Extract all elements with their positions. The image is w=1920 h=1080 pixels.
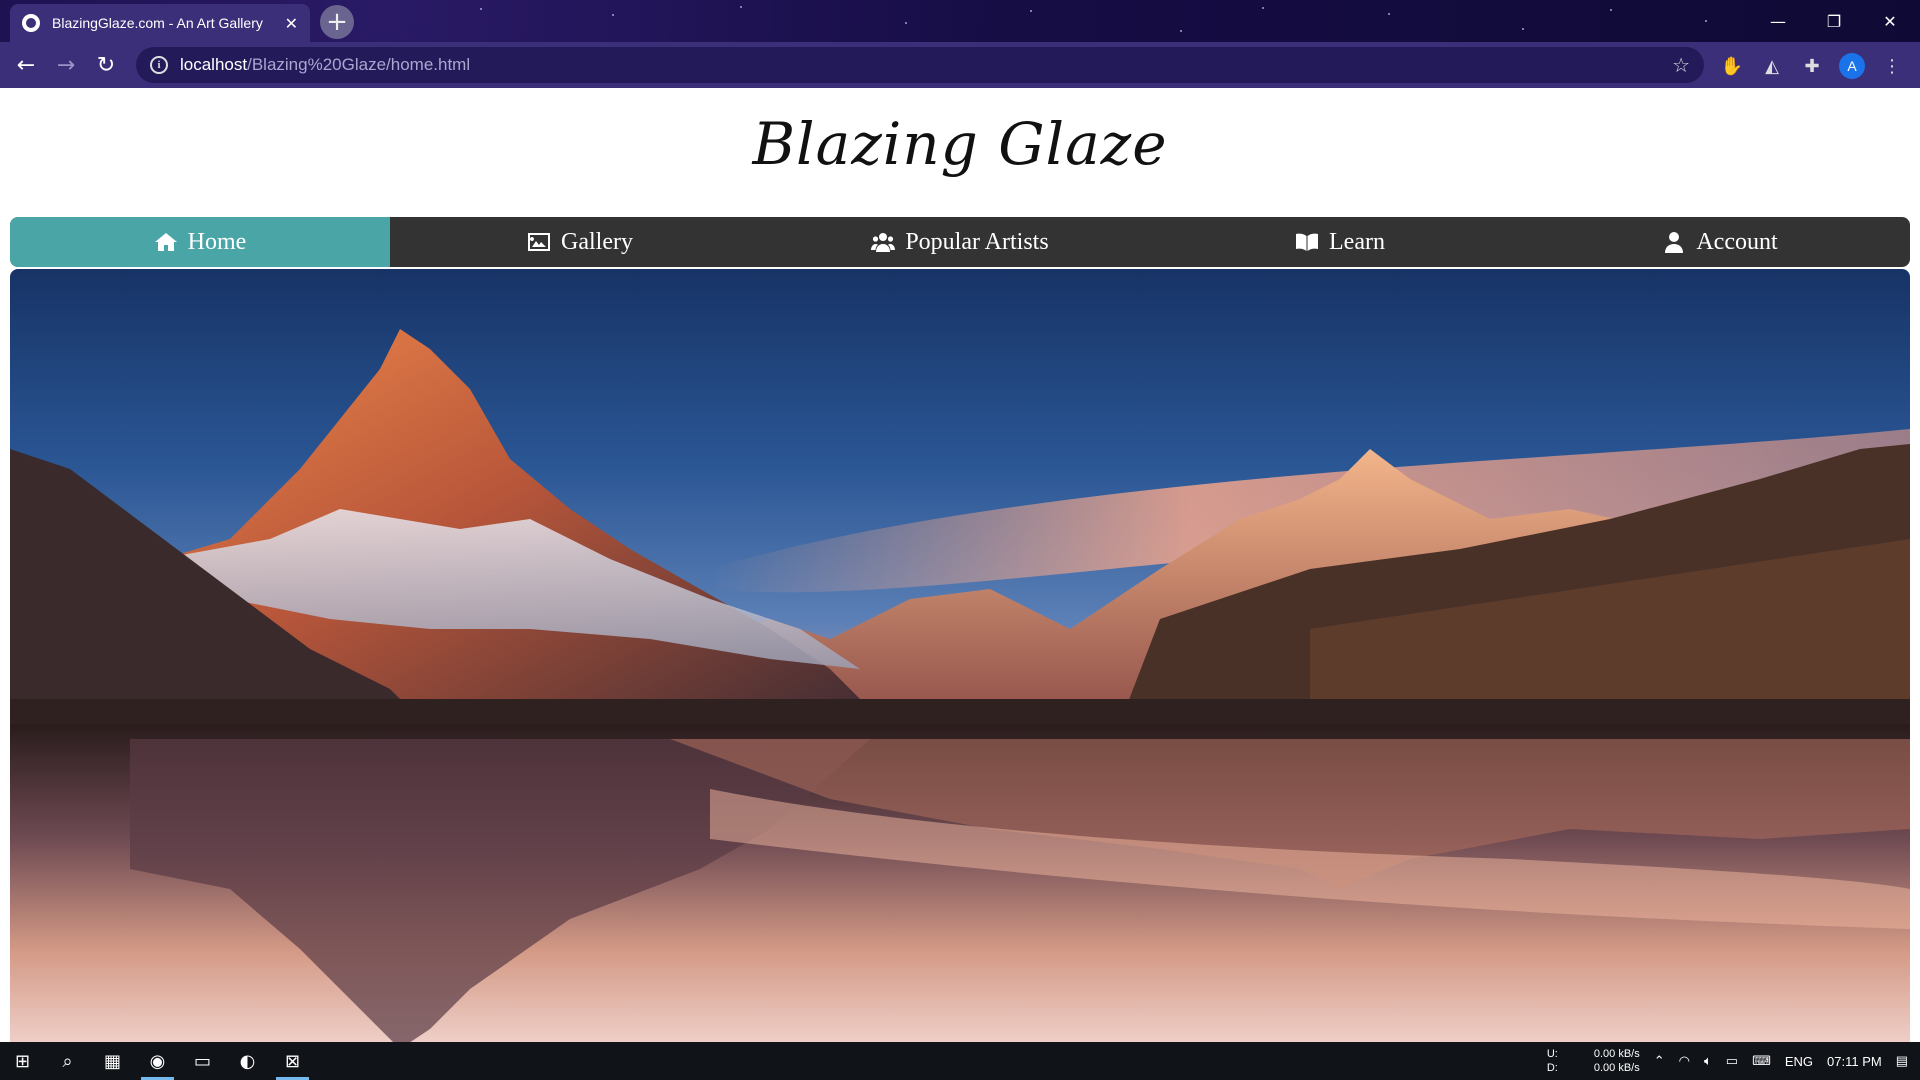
show-hidden-icons-icon[interactable]: ⌃	[1654, 1053, 1665, 1069]
users-icon	[871, 233, 896, 252]
address-bar[interactable]: i localhost /Blazing%20Glaze/home.html ☆	[136, 47, 1704, 83]
chrome-taskbar-icon[interactable]: ◉	[135, 1042, 180, 1080]
site-favicon-icon	[22, 14, 40, 32]
site-info-icon[interactable]: i	[150, 56, 168, 74]
edge-icon[interactable]: ◐	[225, 1042, 270, 1080]
mountain-landscape-illustration	[10, 329, 1910, 1042]
nav-gallery[interactable]: Gallery	[390, 217, 770, 267]
extensions-puzzle-icon[interactable]: ✚	[1799, 53, 1825, 79]
net-down-label: D:	[1546, 1062, 1558, 1074]
notifications-icon[interactable]: ▤	[1896, 1053, 1908, 1069]
network-icon[interactable]: ◠	[1679, 1053, 1690, 1069]
browser-toolbar: ← → ↻ i localhost /Blazing%20Glaze/home.…	[0, 42, 1920, 88]
url-host: localhost	[180, 55, 248, 74]
windows-start-icon[interactable]: ⊞	[0, 1042, 45, 1080]
profile-avatar[interactable]: A	[1839, 53, 1865, 79]
nav-learn-label: Learn	[1329, 228, 1385, 255]
main-nav: Home Gallery Popular Artists Learn Accou…	[10, 217, 1910, 267]
restore-icon[interactable]: ❐	[1806, 0, 1862, 42]
avatar: A	[1839, 53, 1865, 79]
net-up-value: 0.00 kB/s	[1593, 1048, 1640, 1060]
url-path: /Blazing%20Glaze/home.html	[247, 55, 471, 74]
nav-home[interactable]: Home	[10, 217, 390, 267]
minimize-icon[interactable]: —	[1750, 0, 1806, 42]
task-view-icon[interactable]: ▦	[90, 1042, 135, 1080]
reload-icon[interactable]: ↻	[86, 45, 126, 85]
book-icon	[1296, 233, 1319, 251]
nav-popular-artists[interactable]: Popular Artists	[770, 217, 1150, 267]
home-icon	[154, 233, 177, 251]
web-page: Blazing Glaze Home Gallery Popular Artis…	[0, 88, 1920, 1042]
close-tab-icon[interactable]: ✕	[285, 14, 298, 33]
net-down-value: 0.00 kB/s	[1593, 1062, 1640, 1074]
system-tray: U: D: 0.00 kB/s 0.00 kB/s ⌃ ◠ 🔈︎ ▭ ⌨ ENG…	[1547, 1042, 1920, 1080]
nav-popular-artists-label: Popular Artists	[905, 228, 1049, 255]
nav-account-label: Account	[1696, 228, 1778, 255]
browser-tab[interactable]: BlazingGlaze.com - An Art Gallery ✕	[10, 4, 310, 42]
nav-learn[interactable]: Learn	[1150, 217, 1530, 267]
nav-home-label: Home	[187, 228, 247, 255]
windows-taskbar: ⊞ ⌕ ▦ ◉ ▭ ◐ ⊠ U: D: 0.00 kB/s 0.00 kB/s …	[0, 1042, 1920, 1080]
extension-gray-icon[interactable]: ◭	[1759, 53, 1785, 79]
battery-icon[interactable]: ▭	[1726, 1053, 1738, 1069]
bookmark-star-icon[interactable]: ☆	[1672, 53, 1690, 77]
search-icon[interactable]: ⌕	[45, 1042, 90, 1080]
hero-mountain-lake-image	[10, 269, 1910, 1042]
keyboard-icon[interactable]: ⌨	[1752, 1053, 1771, 1069]
net-speed-values: 0.00 kB/s 0.00 kB/s	[1594, 1047, 1640, 1075]
net-up-label: U:	[1546, 1048, 1558, 1060]
net-speed-labels: U: D:	[1547, 1047, 1558, 1075]
menu-kebab-icon[interactable]: ⋮	[1879, 53, 1905, 79]
forward-icon[interactable]: →	[46, 45, 86, 85]
new-tab-button[interactable]: +	[320, 5, 354, 39]
close-window-icon[interactable]: ✕	[1862, 0, 1918, 42]
language-indicator[interactable]: ENG	[1785, 1054, 1813, 1069]
xampp-icon[interactable]: ⊠	[270, 1042, 315, 1080]
file-explorer-icon[interactable]: ▭	[180, 1042, 225, 1080]
site-logo[interactable]: Blazing Glaze	[0, 110, 1920, 178]
back-icon[interactable]: ←	[6, 45, 46, 85]
browser-titlebar: BlazingGlaze.com - An Art Gallery ✕ + — …	[0, 0, 1920, 42]
nav-gallery-label: Gallery	[561, 228, 633, 255]
clock[interactable]: 07:11 PM	[1827, 1054, 1882, 1069]
image-icon	[528, 233, 551, 251]
nav-account[interactable]: Account	[1530, 217, 1910, 267]
volume-icon[interactable]: 🔈︎	[1704, 1053, 1712, 1069]
tab-title: BlazingGlaze.com - An Art Gallery	[52, 15, 263, 31]
user-icon	[1665, 232, 1684, 253]
extension-red-icon[interactable]: ✋	[1719, 53, 1745, 79]
